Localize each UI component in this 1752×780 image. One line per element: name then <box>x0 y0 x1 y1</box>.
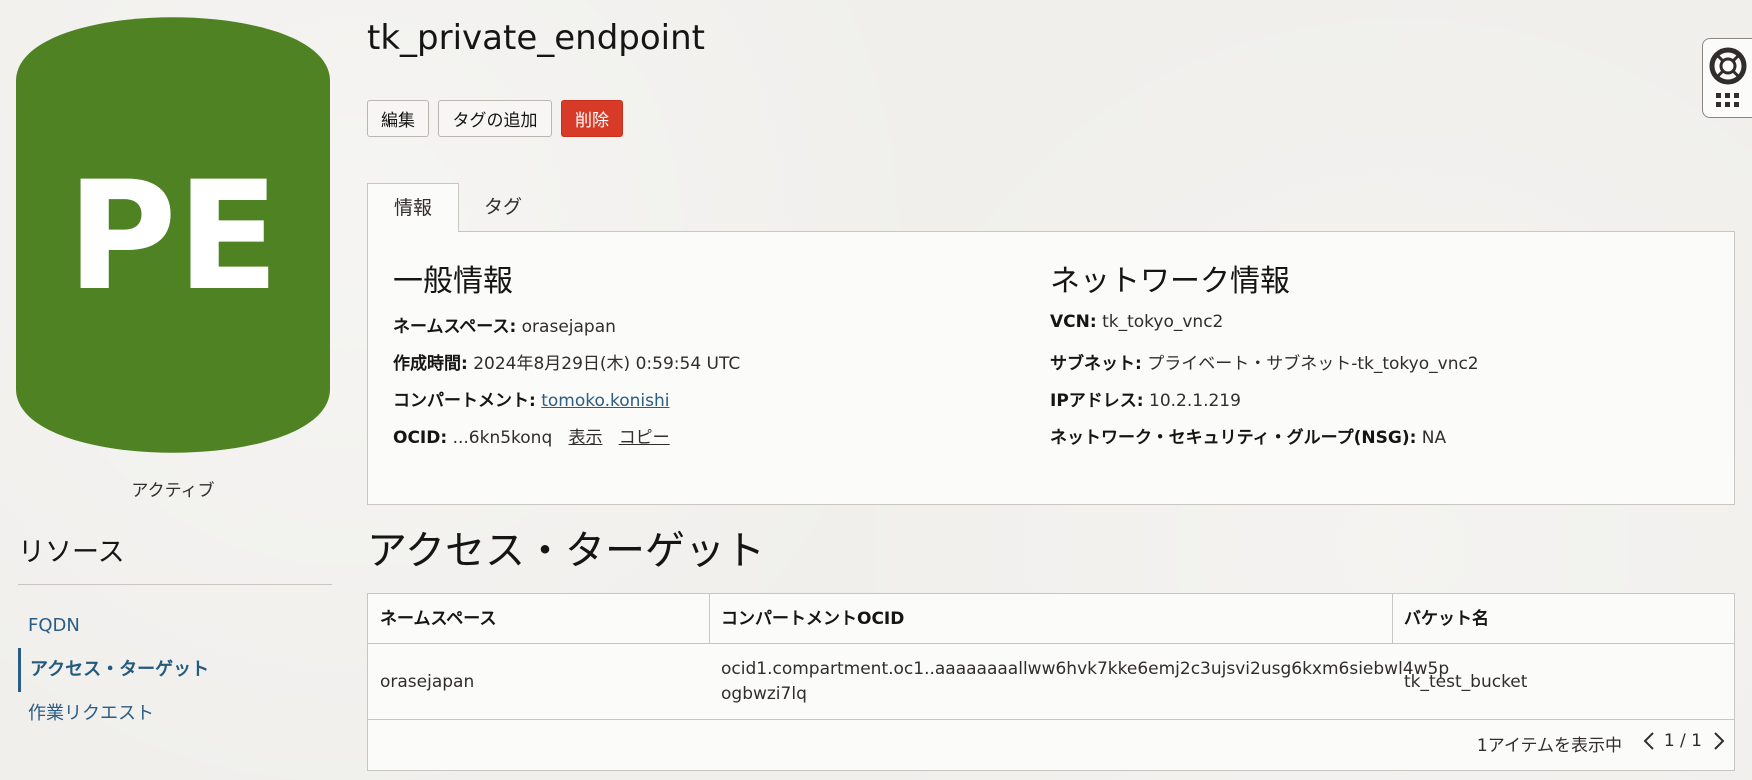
resource-badge: PE <box>16 16 330 454</box>
namespace-row: ネームスペース: orasejapan <box>393 312 616 337</box>
access-targets-title: アクセス・ターゲット <box>367 528 765 574</box>
nsg-row: ネットワーク・セキュリティ・グループ(NSG): NA <box>1050 423 1446 448</box>
ocid-label: OCID: <box>393 428 448 448</box>
nsg-value: NA <box>1421 428 1447 448</box>
namespace-value: orasejapan <box>521 317 616 337</box>
vcn-row: VCN: tk_tokyo_vnc2 <box>1050 312 1223 332</box>
column-header-namespace[interactable]: ネームスペース <box>368 594 709 644</box>
sidebar-item-access-targets[interactable]: アクセス・ターゲット <box>18 648 332 692</box>
lifecycle-status: アクティブ <box>131 481 215 501</box>
pager-status: 1アイテムを表示中 <box>1476 736 1622 756</box>
compartment-ocid-line1: ocid1.compartment.oc1..aaaaaaaallww6hvk7… <box>721 659 1450 679</box>
pager-count: 1 / 1 <box>1663 731 1702 751</box>
resources-title: リソース <box>18 537 125 568</box>
subnet-value: プライベート・サブネット-tk_tokyo_vnc2 <box>1147 354 1479 374</box>
column-header-compartment-ocid[interactable]: コンパートメントOCID <box>709 594 1392 644</box>
cylinder-badge-icon: PE <box>16 17 330 453</box>
resources-divider <box>18 584 332 585</box>
page-title: tk_private_endpoint <box>367 18 705 58</box>
add-tags-button[interactable]: タグの追加 <box>438 100 552 137</box>
tab-info[interactable]: 情報 <box>367 183 459 232</box>
ip-value: 10.2.1.219 <box>1149 391 1241 411</box>
compartment-link[interactable]: tomoko.konishi <box>541 391 669 411</box>
badge-initials: PE <box>67 150 279 324</box>
ocid-show-link[interactable]: 表示 <box>568 428 602 448</box>
namespace-label: ネームスペース: <box>393 317 517 337</box>
created-row: 作成時間: 2024年8月29日(木) 0:59:54 UTC <box>393 349 740 374</box>
access-targets-table: ネームスペース コンパートメントOCID バケット名 orasejapan oc… <box>367 593 1735 771</box>
compartment-ocid-line2: ogbwzi7lq <box>721 684 807 704</box>
ip-label: IPアドレス: <box>1050 391 1144 411</box>
vcn-value: tk_tokyo_vnc2 <box>1102 312 1224 332</box>
sidebar-item-fqdn[interactable]: FQDN <box>18 604 332 648</box>
chevron-left-icon[interactable] <box>1642 730 1660 752</box>
edit-button[interactable]: 編集 <box>367 100 429 137</box>
ip-row: IPアドレス: 10.2.1.219 <box>1050 386 1241 411</box>
vcn-label: VCN: <box>1050 312 1097 332</box>
cell-bucket: tk_test_bucket <box>1392 645 1734 720</box>
chevron-right-icon[interactable] <box>1712 730 1730 752</box>
grid-icon <box>1716 93 1739 107</box>
compartment-label: コンパートメント: <box>393 391 536 411</box>
nsg-label: ネットワーク・セキュリティ・グループ(NSG): <box>1050 428 1417 448</box>
subnet-label: サブネット: <box>1050 354 1142 374</box>
network-info-title: ネットワーク情報 <box>1050 264 1290 299</box>
created-label: 作成時間: <box>393 354 468 374</box>
cell-namespace: orasejapan <box>368 645 709 720</box>
column-header-bucket[interactable]: バケット名 <box>1392 594 1734 644</box>
cell-compartment-ocid: ocid1.compartment.oc1..aaaaaaaallww6hvk7… <box>709 645 1449 720</box>
tab-tags[interactable]: タグ <box>468 183 538 232</box>
general-info-title: 一般情報 <box>393 264 513 299</box>
help-widget[interactable] <box>1702 38 1752 118</box>
lifebuoy-icon[interactable] <box>1703 39 1752 119</box>
compartment-row: コンパートメント: tomoko.konishi <box>393 386 669 411</box>
ocid-row: OCID: ...6kn5konq 表示 コピー <box>393 423 670 448</box>
ocid-value: ...6kn5konq <box>452 428 553 448</box>
info-panel: 一般情報 ネームスペース: orasejapan 作成時間: 2024年8月29… <box>367 231 1735 505</box>
ocid-copy-link[interactable]: コピー <box>619 428 670 448</box>
delete-button[interactable]: 削除 <box>561 100 623 137</box>
created-value: 2024年8月29日(木) 0:59:54 UTC <box>473 354 741 374</box>
sidebar-item-work-requests[interactable]: 作業リクエスト <box>18 692 332 736</box>
subnet-row: サブネット: プライベート・サブネット-tk_tokyo_vnc2 <box>1050 349 1479 374</box>
